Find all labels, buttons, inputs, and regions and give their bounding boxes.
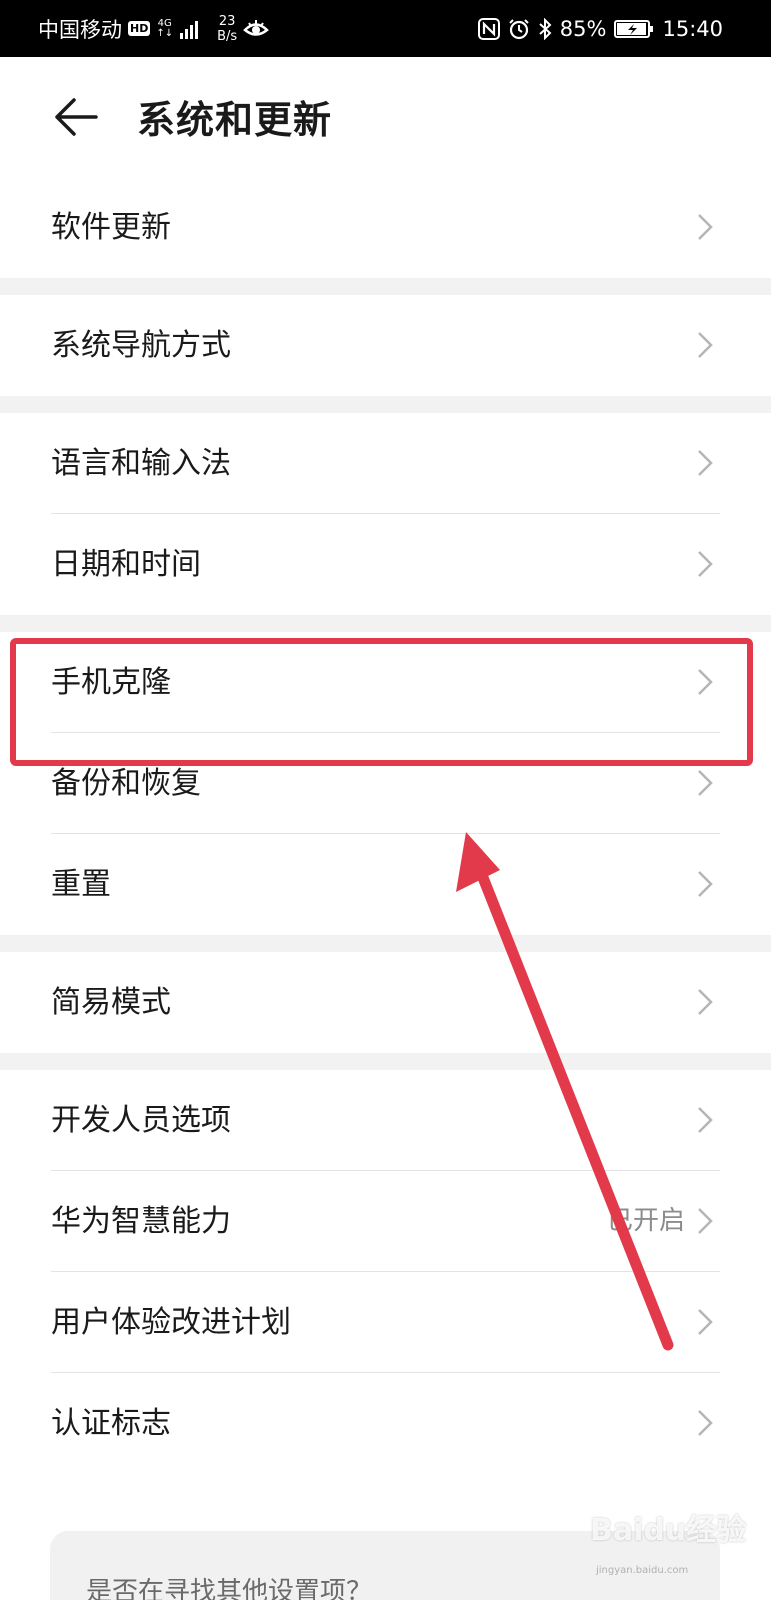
settings-group-developer: 开发人员选项 华为智慧能力 已开启 用户体验改进计划 认证标志 bbox=[0, 1070, 771, 1474]
row-language-input[interactable]: 语言和输入法 bbox=[0, 413, 771, 514]
row-label: 语言和输入法 bbox=[51, 446, 231, 481]
group-separator bbox=[0, 615, 771, 632]
status-left: 中国移动 HD 4G ↑↓ 23 B/s bbox=[38, 0, 270, 57]
suggestion-text: 是否在寻找其他设置项？ bbox=[86, 1577, 373, 1600]
chevron-right-icon bbox=[698, 450, 713, 476]
chevron-right-icon bbox=[698, 1208, 713, 1234]
row-huawei-intelligence[interactable]: 华为智慧能力 已开启 bbox=[0, 1171, 771, 1272]
chevron-right-icon bbox=[698, 214, 713, 240]
battery-percent: 85% bbox=[559, 16, 607, 41]
settings-group-simple-mode: 简易模式 bbox=[0, 952, 771, 1053]
group-separator bbox=[0, 935, 771, 952]
row-label: 软件更新 bbox=[51, 210, 171, 245]
row-label: 重置 bbox=[51, 867, 111, 902]
row-label: 用户体验改进计划 bbox=[51, 1305, 291, 1340]
alarm-icon bbox=[509, 18, 529, 39]
chevron-right-icon bbox=[698, 770, 713, 796]
chevron-right-icon bbox=[698, 1410, 713, 1436]
bluetooth-icon bbox=[539, 17, 552, 40]
hd-badge: HD bbox=[128, 21, 151, 36]
chevron-right-icon bbox=[698, 1309, 713, 1335]
network-type: 4G ↑↓ bbox=[156, 17, 174, 39]
baidu-watermark-url: jingyan.baidu.com bbox=[596, 1565, 689, 1576]
clock: 15:40 bbox=[662, 16, 723, 41]
row-backup-restore[interactable]: 备份和恢复 bbox=[0, 733, 771, 834]
group-separator bbox=[0, 278, 771, 295]
row-label: 华为智慧能力 bbox=[51, 1204, 231, 1239]
row-status-value: 已开启 bbox=[606, 1206, 685, 1236]
row-label: 手机克隆 bbox=[51, 665, 171, 700]
settings-group-navigation: 系统导航方式 bbox=[0, 295, 771, 396]
row-developer-options[interactable]: 开发人员选项 bbox=[0, 1070, 771, 1171]
row-reset[interactable]: 重置 bbox=[0, 834, 771, 935]
page-title: 系统和更新 bbox=[137, 98, 333, 142]
eye-comfort-icon bbox=[243, 19, 270, 36]
battery-icon bbox=[614, 19, 654, 38]
carrier-name: 中国移动 bbox=[38, 17, 122, 42]
group-separator bbox=[0, 396, 771, 413]
settings-group-language-time: 语言和输入法 日期和时间 bbox=[0, 413, 771, 615]
row-simple-mode[interactable]: 简易模式 bbox=[0, 952, 771, 1053]
settings-group-backup: 手机克隆 备份和恢复 重置 bbox=[0, 632, 771, 935]
row-label: 认证标志 bbox=[51, 1406, 171, 1441]
row-date-time[interactable]: 日期和时间 bbox=[0, 514, 771, 615]
row-label: 备份和恢复 bbox=[51, 766, 201, 801]
row-certification-logos[interactable]: 认证标志 bbox=[0, 1373, 771, 1474]
settings-group-update: 软件更新 bbox=[0, 177, 771, 278]
group-separator bbox=[0, 1053, 771, 1070]
chevron-right-icon bbox=[698, 989, 713, 1015]
signal-icon bbox=[180, 20, 199, 39]
chevron-right-icon bbox=[698, 871, 713, 897]
row-user-experience-program[interactable]: 用户体验改进计划 bbox=[0, 1272, 771, 1373]
row-label: 日期和时间 bbox=[51, 547, 201, 582]
chevron-right-icon bbox=[698, 1107, 713, 1133]
row-system-navigation[interactable]: 系统导航方式 bbox=[0, 295, 771, 396]
baidu-watermark-logo: Baidu经验 bbox=[590, 1513, 747, 1548]
row-software-update[interactable]: 软件更新 bbox=[0, 177, 771, 278]
status-bar: 中国移动 HD 4G ↑↓ 23 B/s 85% 15:40 bbox=[0, 0, 771, 57]
chevron-right-icon bbox=[698, 551, 713, 577]
nfc-icon bbox=[477, 17, 500, 40]
row-label: 系统导航方式 bbox=[51, 328, 231, 363]
network-speed: 23 B/s bbox=[217, 13, 238, 44]
row-label: 开发人员选项 bbox=[51, 1103, 231, 1138]
row-label: 简易模式 bbox=[51, 985, 171, 1020]
status-right: 85% 15:40 bbox=[477, 0, 723, 57]
row-phone-clone[interactable]: 手机克隆 bbox=[0, 632, 771, 733]
chevron-right-icon bbox=[698, 669, 713, 695]
app-header: 系统和更新 bbox=[0, 57, 771, 177]
back-arrow-icon[interactable] bbox=[52, 95, 100, 139]
chevron-right-icon bbox=[698, 332, 713, 358]
